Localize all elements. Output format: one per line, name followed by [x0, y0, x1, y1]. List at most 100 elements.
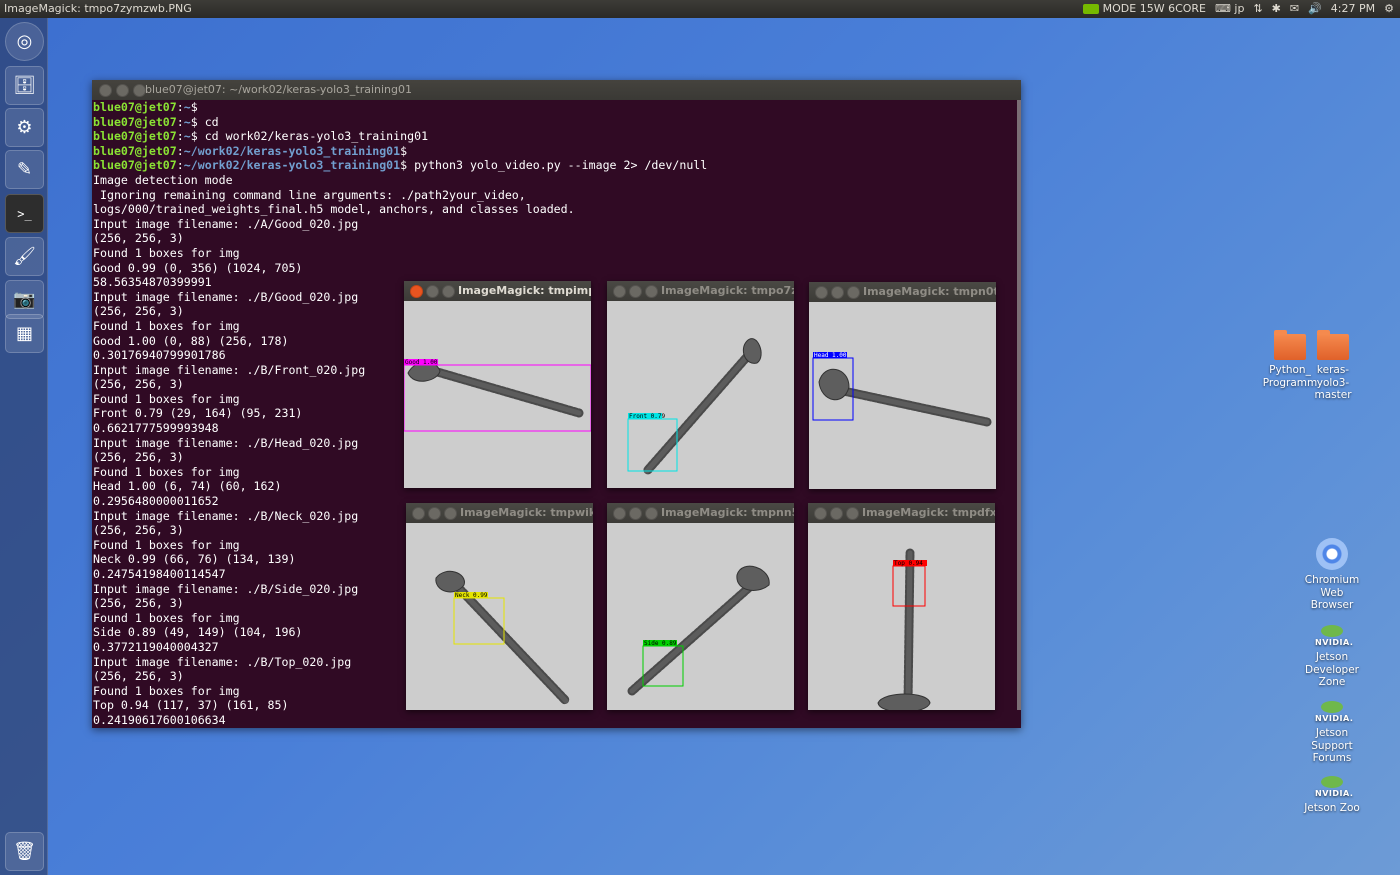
image-window-titlebar[interactable]: ImageMagick: tmpo7zym	[607, 281, 794, 301]
image-window-titlebar[interactable]: ImageMagick: tmpdfx6	[808, 503, 995, 523]
prompt-line: blue07@jet07:~/work02/keras-yolo3_traini…	[93, 143, 408, 158]
imagemagick-window[interactable]: ImageMagick: tmpnn5u Side 0.89	[607, 503, 794, 710]
maximize-icon[interactable]	[444, 507, 457, 520]
close-icon[interactable]	[99, 84, 112, 97]
imagemagick-window[interactable]: ImageMagick: tmpimpdg Good 1.00	[404, 281, 591, 488]
image-background	[808, 523, 995, 710]
minimize-icon[interactable]	[629, 285, 642, 298]
detection-image: Head 1.00	[809, 302, 996, 489]
screw-head	[435, 570, 465, 593]
output-line: 0.24190617600106634	[93, 712, 226, 727]
maximize-icon[interactable]	[645, 507, 658, 520]
close-icon[interactable]	[410, 285, 423, 298]
imagemagick-window[interactable]: ImageMagick: tmpwikm Neck 0.99	[406, 503, 593, 710]
image-background	[406, 523, 593, 710]
nvidia-icon: NVIDIA.	[1315, 701, 1353, 725]
trash-icon[interactable]: 🗑	[5, 832, 44, 871]
output-line: Found 1 boxes for img	[93, 245, 240, 260]
image-window-title: ImageMagick: tmpo7zym	[661, 284, 794, 297]
workspace-switcher-icon[interactable]: ▦	[5, 314, 44, 353]
detection-label: Neck 0.99	[455, 592, 488, 599]
image-background	[607, 523, 794, 710]
detection-image: Top 0.94	[808, 523, 995, 710]
close-icon[interactable]	[613, 285, 626, 298]
desktop-jetson-zoo[interactable]: NVIDIA. Jetson Zoo	[1300, 776, 1364, 815]
maximize-icon[interactable]	[442, 285, 455, 298]
image-background	[607, 301, 794, 488]
system-tray: MODE 15W 6CORE ⌨ jp ⇅ ✱ ✉ 🔊 4:27 PM ⚙	[1082, 0, 1394, 18]
dash-icon[interactable]: ◎	[5, 22, 44, 61]
launcher: ◎ 🗄 ⚙ ✎ >_ 🖌 📷 ▦ 🗑	[0, 18, 48, 875]
text-editor-icon[interactable]: ✎	[5, 150, 44, 189]
detection-label: Side 0.89	[644, 640, 677, 647]
bluetooth-icon[interactable]: ✱	[1272, 0, 1281, 18]
image-window-title: ImageMagick: tmpdfx6	[862, 506, 995, 519]
minimize-icon[interactable]	[830, 507, 843, 520]
nvidia-icon: NVIDIA.	[1315, 625, 1353, 649]
image-window-titlebar[interactable]: ImageMagick: tmpn0ti3	[809, 282, 996, 302]
image-window-title: ImageMagick: tmpwikm	[460, 506, 593, 519]
screw-core	[905, 550, 913, 706]
prompt-line: blue07@jet07:~/work02/keras-yolo3_traini…	[93, 158, 708, 173]
terminal-titlebar[interactable]: blue07@jet07: ~/work02/keras-yolo3_train…	[92, 80, 1021, 100]
image-window-titlebar[interactable]: ImageMagick: tmpnn5u	[607, 503, 794, 523]
maximize-icon[interactable]	[645, 285, 658, 298]
detection-image: Good 1.00	[404, 301, 591, 488]
nvidia-icon	[1082, 4, 1099, 14]
minimize-icon[interactable]	[428, 507, 441, 520]
mail-icon[interactable]: ✉	[1290, 0, 1299, 18]
close-icon[interactable]	[814, 507, 827, 520]
folder-icon	[1274, 330, 1306, 360]
detection-label: Good 1.00	[405, 359, 438, 366]
imagemagick-window[interactable]: ImageMagick: tmpo7zym Front 0.79	[607, 281, 794, 488]
imagemagick-window[interactable]: ImageMagick: tmpdfx6 Top 0.94	[808, 503, 995, 710]
image-window-title: ImageMagick: tmpn0ti3	[863, 285, 996, 298]
output-line: Input image filename: ./A/Good_020.jpg	[93, 216, 359, 231]
close-icon[interactable]	[815, 286, 828, 299]
image-window-title: ImageMagick: tmpnn5u	[661, 506, 794, 519]
prompt-line: blue07@jet07:~$ cd work02/keras-yolo3_tr…	[93, 129, 429, 144]
active-window-title: ImageMagick: tmpo7zymzwb.PNG	[4, 2, 192, 15]
detection-image: Neck 0.99	[406, 523, 593, 710]
files-icon[interactable]: 🗄	[5, 66, 44, 105]
terminal-title: blue07@jet07: ~/work02/keras-yolo3_train…	[145, 83, 413, 96]
settings-icon[interactable]: ⚙	[5, 108, 44, 147]
desktop-folder-keras[interactable]: keras-yolo3-master	[1306, 330, 1360, 402]
nvidia-icon: NVIDIA.	[1315, 776, 1353, 800]
image-window-titlebar[interactable]: ImageMagick: tmpimpdg	[404, 281, 591, 301]
network-icon[interactable]: ⇅	[1253, 0, 1262, 18]
minimize-icon[interactable]	[629, 507, 642, 520]
image-window-title: ImageMagick: tmpimpdg	[458, 284, 591, 297]
nvidia-mode-indicator[interactable]: MODE 15W 6CORE	[1082, 0, 1206, 18]
prompt-line: blue07@jet07:~$ cd	[93, 114, 219, 129]
volume-icon[interactable]: 🔊	[1308, 0, 1322, 18]
minimize-icon[interactable]	[426, 285, 439, 298]
imagemagick-window[interactable]: ImageMagick: tmpn0ti3 Head 1.00	[809, 282, 996, 489]
desktop-chromium[interactable]: Chromium Web Browser	[1300, 538, 1364, 612]
close-icon[interactable]	[613, 507, 626, 520]
gear-icon[interactable]: ⚙	[1384, 0, 1394, 18]
output-line: Image detection mode	[93, 172, 233, 187]
detection-label: Top 0.94	[894, 560, 923, 567]
keyboard-indicator[interactable]: ⌨ jp	[1215, 0, 1244, 18]
output-line: logs/000/trained_weights_final.h5 model,…	[93, 202, 575, 217]
maximize-icon[interactable]	[846, 507, 859, 520]
maximize-icon[interactable]	[847, 286, 860, 299]
output-line: Good 0.99 (0, 356) (1024, 705)	[93, 260, 303, 275]
prompt-line: blue07@jet07:~$	[93, 100, 198, 114]
image-window-titlebar[interactable]: ImageMagick: tmpwikm	[406, 503, 593, 523]
minimize-icon[interactable]	[831, 286, 844, 299]
folder-icon	[1317, 330, 1349, 360]
clock[interactable]: 4:27 PM	[1331, 0, 1375, 18]
close-icon[interactable]	[412, 507, 425, 520]
minimize-icon[interactable]	[116, 84, 129, 97]
top-panel: ImageMagick: tmpo7zymzwb.PNG MODE 15W 6C…	[0, 0, 1400, 18]
desktop-jetson-support-forums[interactable]: NVIDIA. Jetson Support Forums	[1300, 701, 1364, 765]
detection-label: Head 1.00	[814, 352, 847, 359]
imagemagick-icon[interactable]: 🖌	[5, 237, 44, 276]
desktop-jetson-developer-zone[interactable]: NVIDIA. Jetson Developer Zone	[1300, 625, 1364, 689]
detection-image: Side 0.89	[607, 523, 794, 710]
terminal-scrollbar[interactable]	[1017, 100, 1021, 710]
terminal-icon[interactable]: >_	[5, 194, 44, 233]
chromium-icon	[1316, 538, 1348, 570]
